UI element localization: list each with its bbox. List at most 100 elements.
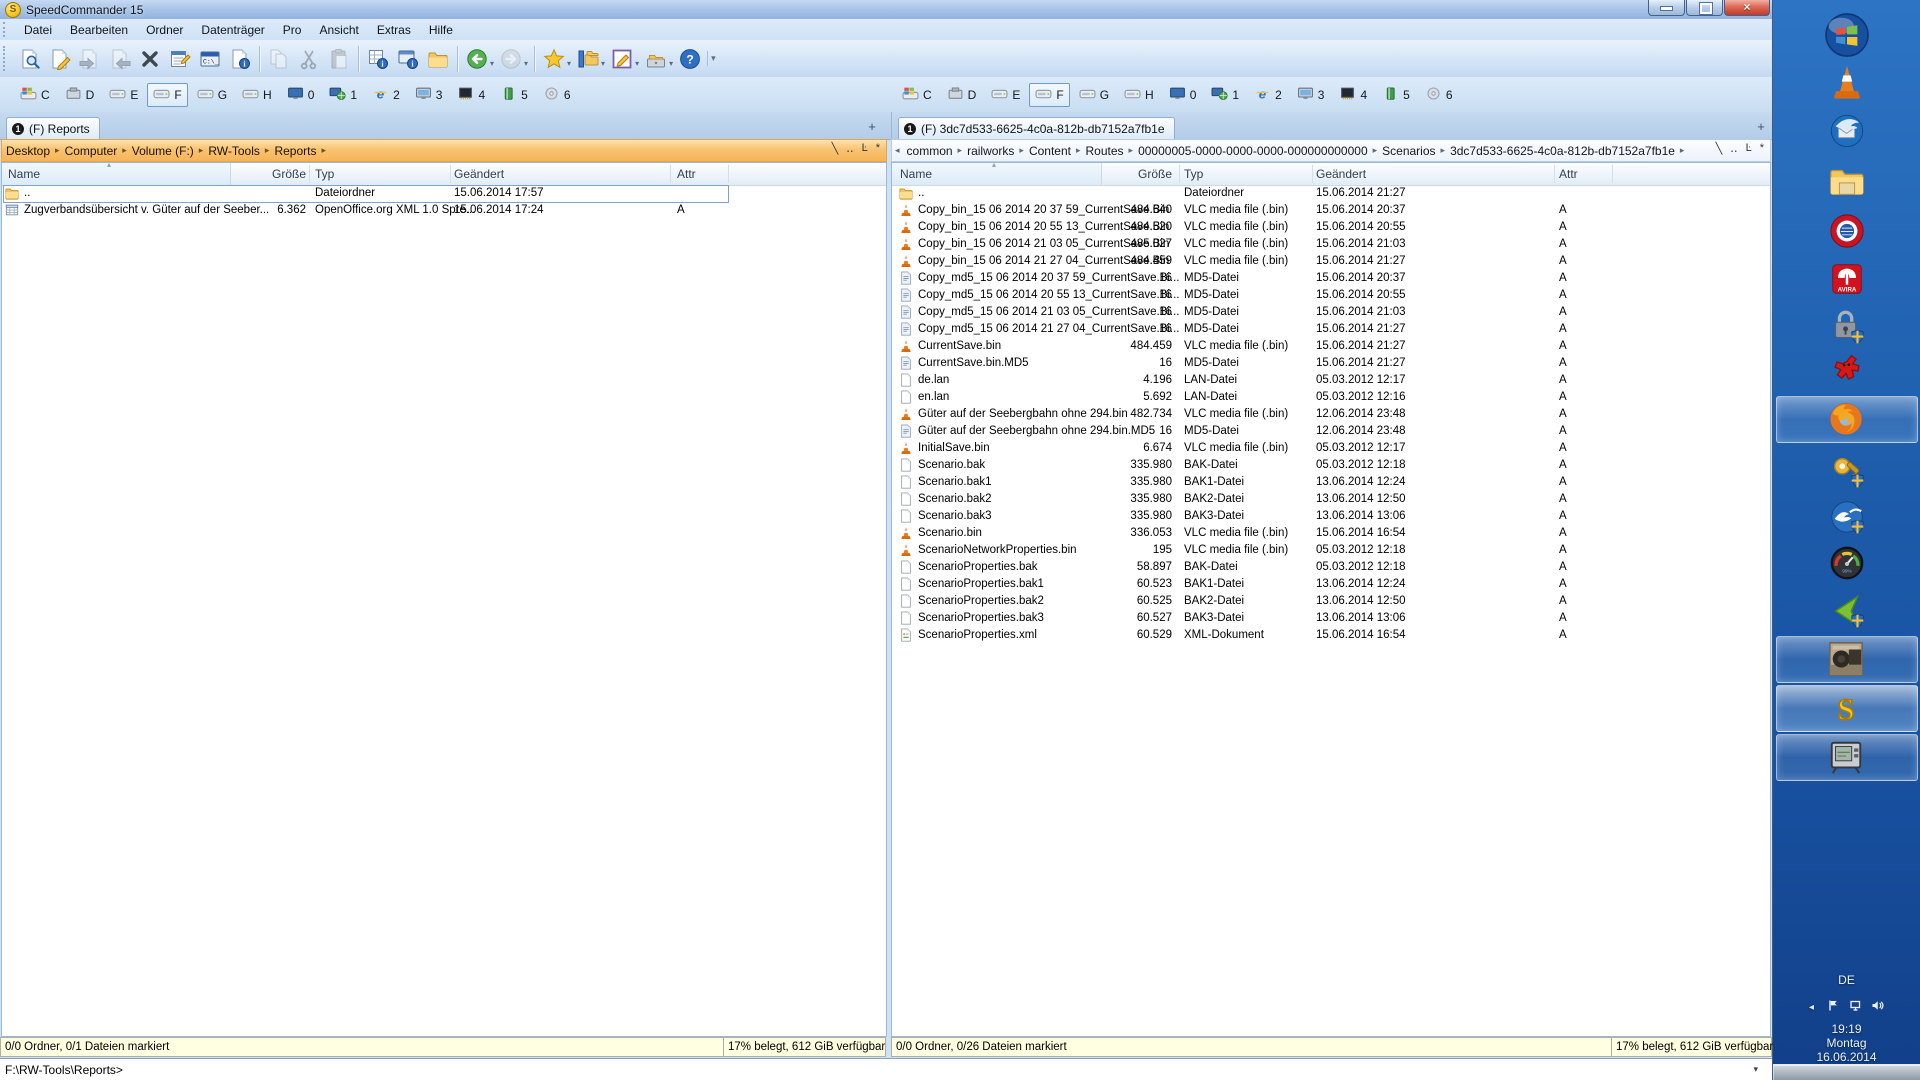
clock-time[interactable]: 19:19	[1773, 1022, 1920, 1036]
folder-stack-button[interactable]	[641, 44, 671, 74]
table-row[interactable]: ..Dateiordner15.06.2014 21:27	[892, 185, 1770, 202]
avira-antivirus-icon[interactable]: AVIRA	[1828, 260, 1866, 298]
vlc-player-icon[interactable]	[1828, 64, 1866, 102]
column-header-name[interactable]: Name	[8, 163, 40, 185]
command-window-button[interactable]: C:\_	[195, 44, 225, 74]
drive-button-d-left[interactable]: D	[59, 83, 101, 107]
column-header-type[interactable]: Typ	[315, 163, 334, 185]
start-orb-icon[interactable]	[1824, 12, 1870, 58]
drive-button-2-right[interactable]: e2	[1248, 83, 1288, 107]
breadcrumb-item[interactable]: Content	[1025, 143, 1075, 159]
drive-button-g-right[interactable]: G	[1073, 83, 1115, 107]
table-row[interactable]: Copy_md5_15 06 2014 21 03 05_CurrentSave…	[892, 304, 1770, 321]
network-tray-icon[interactable]	[1849, 999, 1862, 1015]
file-manager-icon[interactable]	[1828, 162, 1866, 200]
close-button[interactable]: ×	[1724, 0, 1770, 16]
table-row[interactable]: Copy_md5_15 06 2014 21 27 04_CurrentSave…	[892, 321, 1770, 338]
table-row[interactable]: ScenarioProperties.bak58.897BAK-Datei05.…	[892, 559, 1770, 576]
clock-date[interactable]: 16.06.2014	[1773, 1050, 1920, 1064]
show-desktop-button[interactable]	[1773, 1064, 1920, 1080]
breadcrumb-control-2[interactable]: Ŀ	[862, 142, 868, 155]
breadcrumb-control-3[interactable]: *	[1760, 142, 1764, 155]
table-row[interactable]: Copy_bin_15 06 2014 21 27 04_CurrentSave…	[892, 253, 1770, 270]
drive-button-e-right[interactable]: E	[985, 83, 1026, 107]
breadcrumb-item[interactable]: Reports	[270, 143, 320, 159]
breadcrumb-item[interactable]: Volume (F:)	[128, 143, 198, 159]
clock-day[interactable]: Montag	[1773, 1036, 1920, 1050]
tab-right-scenario[interactable]: 1 (F) 3dc7d533-6625-4c0a-812b-db7152a7fb…	[898, 117, 1175, 139]
breadcrumb-control-1[interactable]: ‥	[1730, 142, 1737, 155]
system-gauge-icon[interactable]: 99%	[1828, 544, 1866, 582]
table-row[interactable]: ScenarioProperties.bak360.527BAK3-Datei1…	[892, 610, 1770, 627]
table-row[interactable]: ScenarioProperties.bak160.523BAK1-Datei1…	[892, 576, 1770, 593]
breadcrumb-item[interactable]: 3dc7d533-6625-4c0a-812b-db7152a7fb1e	[1446, 143, 1679, 159]
table-row[interactable]: ..Dateiordner15.06.2014 17:57	[2, 185, 886, 202]
drive-button-e-left[interactable]: E	[103, 83, 144, 107]
folder-pairs-button[interactable]	[573, 44, 603, 74]
view-file-button[interactable]	[15, 44, 45, 74]
breadcrumb-control-3[interactable]: *	[876, 142, 880, 155]
table-row[interactable]: Scenario.bak335.980BAK-Datei05.03.2012 1…	[892, 457, 1770, 474]
directory-info-button[interactable]: i	[393, 44, 423, 74]
column-header-type[interactable]: Typ	[1184, 163, 1203, 185]
drive-button-f-right[interactable]: F	[1029, 83, 1069, 107]
menu-item-hilfe[interactable]: Hilfe	[420, 21, 462, 39]
table-row[interactable]: InitialSave.bin6.674VLC media file (.bin…	[892, 440, 1770, 457]
menu-item-bearbeiten[interactable]: Bearbeiten	[61, 21, 137, 39]
title-bar[interactable]: S SpeedCommander 15 ×	[0, 0, 1772, 19]
drive-button-3-right[interactable]: 3	[1291, 83, 1331, 107]
column-header-modified[interactable]: Geändert	[454, 163, 504, 185]
drive-button-2-left[interactable]: e2	[366, 83, 406, 107]
column-header-name[interactable]: Name	[900, 163, 932, 185]
table-row[interactable]: Scenario.bak3335.980BAK3-Datei13.06.2014…	[892, 508, 1770, 525]
drive-button-1-left[interactable]: 1	[323, 83, 363, 107]
volume-tray-icon[interactable]	[1871, 999, 1884, 1015]
table-row[interactable]: de.lan4.196LAN-Datei05.03.2012 12:17A	[892, 372, 1770, 389]
column-header-size[interactable]: Größe	[1072, 163, 1172, 185]
favorites-button[interactable]	[539, 44, 569, 74]
train-simulator-taskbar-button[interactable]	[1776, 636, 1918, 683]
table-row[interactable]: Copy_md5_15 06 2014 20 37 59_CurrentSave…	[892, 270, 1770, 287]
tray-expand-icon[interactable]: ◂	[1809, 1002, 1814, 1013]
breadcrumb-control-0[interactable]: ╲	[832, 142, 839, 155]
breadcrumb-item[interactable]: railworks	[963, 143, 1018, 159]
menu-item-datenträger[interactable]: Datenträger	[192, 21, 273, 39]
breadcrumb-control-0[interactable]: ╲	[1716, 142, 1723, 155]
toolbar-overflow-button[interactable]: ▾	[707, 51, 719, 66]
delete-button[interactable]	[135, 44, 165, 74]
table-row[interactable]: en.lan5.692LAN-Datei05.03.2012 12:16A	[892, 389, 1770, 406]
menu-item-pro[interactable]: Pro	[274, 21, 311, 39]
breadcrumb-arrow-icon[interactable]: ▸	[1679, 145, 1686, 156]
command-history-dropdown-icon[interactable]: ▾	[1753, 1064, 1758, 1075]
folder-contents-button[interactable]	[423, 44, 453, 74]
command-line-input[interactable]: F:\RW-Tools\Reports> ▾	[0, 1058, 1772, 1080]
drive-button-h-right[interactable]: H	[1118, 83, 1160, 107]
edit-file-button[interactable]	[45, 44, 75, 74]
green-updater-icon[interactable]	[1828, 592, 1866, 630]
new-tab-button-left[interactable]: +	[864, 120, 880, 136]
drive-button-0-right[interactable]: 0	[1163, 83, 1203, 107]
table-row[interactable]: Güter auf der Seebergbahn ohne 294.bin48…	[892, 406, 1770, 423]
table-row[interactable]: ScenarioProperties.bak260.525BAK2-Datei1…	[892, 593, 1770, 610]
menu-item-extras[interactable]: Extras	[368, 21, 420, 39]
properties-button[interactable]: i	[225, 44, 255, 74]
drive-button-g-left[interactable]: G	[191, 83, 233, 107]
breadcrumb-item[interactable]: RW-Tools	[204, 143, 264, 159]
table-row[interactable]: Scenario.bin336.053VLC media file (.bin)…	[892, 525, 1770, 542]
thunderbird-icon[interactable]	[1828, 112, 1866, 150]
breadcrumb-item[interactable]: Routes	[1082, 143, 1128, 159]
openoffice-icon[interactable]	[1828, 498, 1866, 536]
table-row[interactable]: Scenario.bak2335.980BAK2-Datei13.06.2014…	[892, 491, 1770, 508]
admin-tools-icon[interactable]	[1828, 452, 1866, 490]
tv-monitor-app-taskbar-button[interactable]	[1776, 734, 1918, 781]
red-creature-icon[interactable]	[1828, 352, 1866, 390]
flag-tray-icon[interactable]	[1827, 999, 1840, 1015]
drive-button-5-right[interactable]: 5	[1376, 83, 1416, 107]
breadcrumb-arrow-icon[interactable]: ▸	[320, 145, 327, 156]
table-row[interactable]: CurrentSave.bin484.459VLC media file (.b…	[892, 338, 1770, 355]
table-row[interactable]: Copy_md5_15 06 2014 20 55 13_CurrentSave…	[892, 287, 1770, 304]
breadcrumb-item[interactable]: 00000005-0000-0000-0000-000000000000	[1134, 143, 1372, 159]
drive-button-5-left[interactable]: 5	[494, 83, 534, 107]
language-indicator[interactable]: DE	[1773, 973, 1920, 987]
restore-button[interactable]	[1686, 0, 1723, 16]
